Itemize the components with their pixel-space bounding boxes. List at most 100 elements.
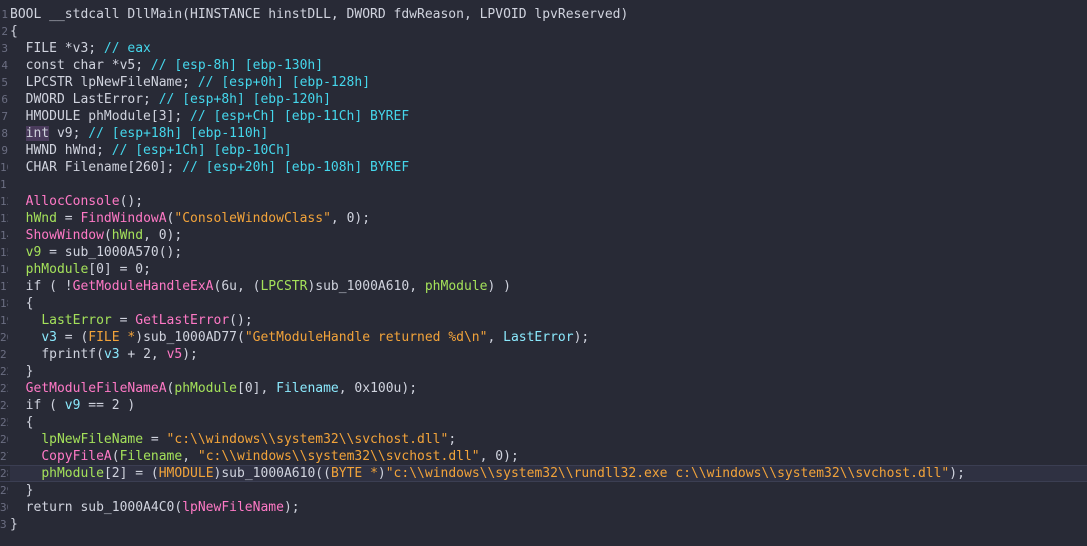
code-line[interactable]: FILE *v3; // eax: [10, 40, 1087, 57]
code-line[interactable]: {: [10, 23, 1087, 40]
code-token: (: [111, 449, 120, 464]
line-number: 21: [0, 348, 8, 361]
code-global: phModule: [25, 262, 89, 277]
line-number: 16: [0, 263, 8, 276]
line-number: 13: [0, 212, 8, 225]
code-line[interactable]: CopyFileA(Filename, "c:\\windows\\system…: [10, 448, 1087, 465]
code-token: );: [949, 466, 965, 481]
code-global: hWnd: [111, 228, 144, 243]
line-number-gutter: 1 2 3 4 5 6 7 8 9 10 11 12 13 14 15 16 1…: [0, 6, 8, 533]
code-token: + 2,: [119, 347, 167, 362]
code-variable: v3: [103, 347, 120, 362]
code-token: if ( !: [10, 279, 73, 294]
code-token: );: [283, 500, 300, 515]
code-token: , 0);: [143, 228, 183, 243]
code-token: ,: [182, 449, 198, 464]
code-global: phModule: [424, 279, 488, 294]
code-type-cast: FILE *: [88, 330, 136, 345]
code-line[interactable]: fprintf(v3 + 2, v5);: [10, 346, 1087, 363]
code-global: hWnd: [25, 211, 57, 226]
code-line[interactable]: const char *v5; // [esp-8h] [ebp-130h]: [10, 57, 1087, 74]
code-line-function-signature[interactable]: BOOL __stdcall DllMain(HINSTANCE hinstDL…: [10, 6, 1087, 23]
code-line[interactable]: v3 = (FILE *)sub_1000AD77("GetModuleHand…: [10, 329, 1087, 346]
code-line[interactable]: HWND hWnd; // [esp+1Ch] [ebp-10Ch]: [10, 142, 1087, 159]
code-token: =: [111, 313, 136, 328]
line-number: 6: [1, 93, 8, 106]
code-line[interactable]: v9 = sub_1000A570();: [10, 244, 1087, 261]
code-line[interactable]: LPCSTR lpNewFileName; // [esp+0h] [ebp-1…: [10, 74, 1087, 91]
code-global: phModule: [41, 466, 104, 481]
pseudocode-editor[interactable]: 1 2 3 4 5 6 7 8 9 10 11 12 13 14 15 16 1…: [0, 0, 1087, 546]
code-variable: LastError: [503, 330, 574, 345]
code-line[interactable]: LastError = GetLastError();: [10, 312, 1087, 329]
code-token: HWND hWnd;: [10, 143, 112, 158]
code-comment: // [esp+18h] [ebp-110h]: [88, 126, 269, 141]
code-variable: v9: [64, 398, 81, 413]
code-token: ,: [487, 330, 504, 345]
code-token: )sub_1000A610((: [213, 466, 331, 481]
code-token: v9;: [49, 126, 89, 141]
code-token: [0] = 0;: [88, 262, 151, 277]
code-comment: // [esp+Ch] [ebp-11Ch] BYREF: [190, 109, 410, 124]
code-line[interactable]: if ( v9 == 2 ): [10, 397, 1087, 414]
code-string: "c:\\windows\\system32\\svchost.dll": [197, 449, 480, 464]
code-line[interactable]: }: [10, 482, 1087, 499]
code-line[interactable]: int v9; // [esp+18h] [ebp-110h]: [10, 125, 1087, 142]
code-global: lpNewFileName: [41, 432, 144, 447]
code-string: "c:\\windows\\system32\\svchost.dll": [166, 432, 449, 447]
code-line[interactable]: }: [10, 516, 1087, 533]
code-line[interactable]: {: [10, 295, 1087, 312]
code-token: }: [10, 483, 34, 498]
code-line[interactable]: return sub_1000A4C0(lpNewFileName);: [10, 499, 1087, 516]
code-line[interactable]: CHAR Filename[260]; // [esp+20h] [ebp-10…: [10, 159, 1087, 176]
code-token: BOOL __stdcall DllMain(HINSTANCE hinstDL…: [10, 7, 629, 22]
code-line[interactable]: GetModuleFileNameA(phModule[0], Filename…: [10, 380, 1087, 397]
code-line[interactable]: if ( !GetModuleHandleExA(6u, (LPCSTR)sub…: [10, 278, 1087, 295]
code-line[interactable]: phModule[0] = 0;: [10, 261, 1087, 278]
code-line[interactable]: [10, 176, 1087, 193]
code-api-call: GetModuleHandleExA: [72, 279, 214, 294]
code-line[interactable]: }: [10, 363, 1087, 380]
code-token: ;: [448, 432, 457, 447]
code-line[interactable]: HMODULE phModule[3]; // [esp+Ch] [ebp-11…: [10, 108, 1087, 125]
code-token: [2] = (: [103, 466, 159, 481]
code-token: =: [143, 432, 167, 447]
code-line[interactable]: {: [10, 414, 1087, 431]
code-global: v9: [25, 245, 42, 260]
code-token: CHAR Filename[260];: [10, 160, 183, 175]
code-area[interactable]: BOOL __stdcall DllMain(HINSTANCE hinstDL…: [0, 6, 1087, 533]
code-string: "c:\\windows\\system32\\rundll32.exe c:\…: [385, 466, 950, 481]
code-token: );: [182, 347, 198, 362]
line-number: 19: [0, 314, 8, 327]
code-variable: Filename: [276, 381, 339, 396]
code-line[interactable]: DWORD LastError; // [esp+8h] [ebp-120h]: [10, 91, 1087, 108]
line-number: 26: [0, 433, 8, 446]
code-line[interactable]: lpNewFileName = "c:\\windows\\system32\\…: [10, 431, 1087, 448]
line-number: 8: [1, 127, 8, 140]
code-type-cast: BYTE *: [330, 466, 378, 481]
code-token: ): [377, 466, 386, 481]
code-line[interactable]: hWnd = FindWindowA("ConsoleWindowClass",…: [10, 210, 1087, 227]
code-token: }: [10, 364, 34, 379]
code-token: HMODULE phModule[3];: [10, 109, 191, 124]
line-number: 27: [0, 450, 8, 463]
code-token: , 0);: [479, 449, 519, 464]
line-number: 4: [1, 59, 8, 72]
code-line[interactable]: ShowWindow(hWnd, 0);: [10, 227, 1087, 244]
code-string: "ConsoleWindowClass": [174, 211, 331, 226]
line-number: 1: [1, 8, 8, 21]
code-token: );: [573, 330, 590, 345]
code-comment: // [esp+0h] [ebp-128h]: [197, 75, 371, 90]
code-line[interactable]: AllocConsole();: [10, 193, 1087, 210]
code-variable-pink: lpNewFileName: [182, 500, 284, 515]
code-api-call: GetLastError: [135, 313, 230, 328]
code-line-highlighted[interactable]: phModule[2] = (HMODULE)sub_1000A610((BYT…: [0, 465, 1087, 482]
code-token: }: [10, 517, 18, 532]
